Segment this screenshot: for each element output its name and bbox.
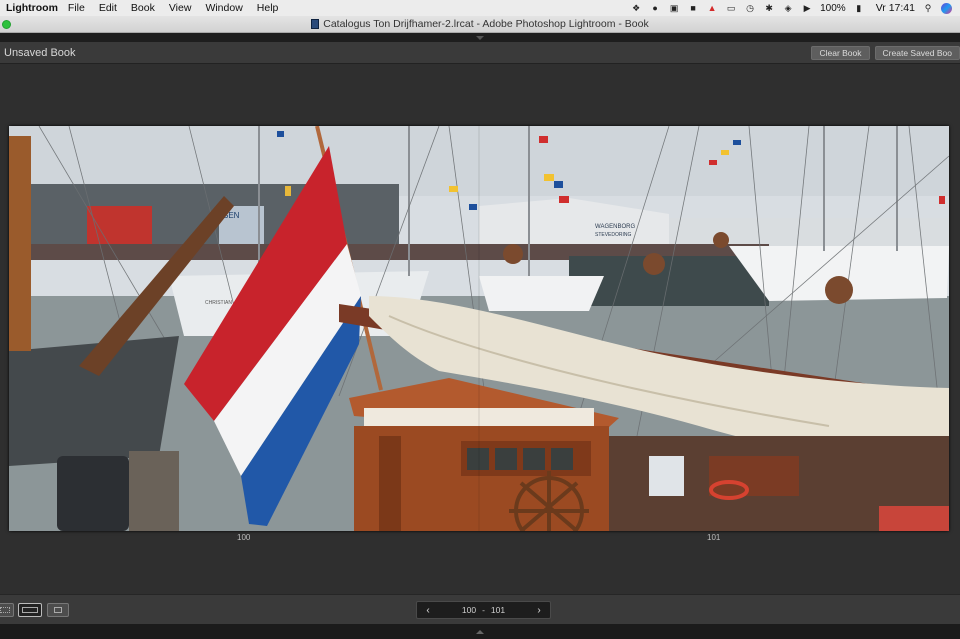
battery-icon[interactable]: ▮ [853,3,865,13]
creative-cloud-icon[interactable]: ● [649,3,661,13]
lock-icon[interactable]: ■ [687,3,699,13]
siri-icon[interactable] [941,2,952,14]
menu-help[interactable]: Help [257,2,279,14]
time-machine-icon[interactable]: ◷ [744,3,756,13]
spotlight-search-icon[interactable]: ⚲ [922,3,934,13]
single-page-icon [54,607,62,613]
book-canvas: SEN WAGENBORG STEVEDORING CHRISTIAN 100 … [0,64,960,594]
grid-icon [0,607,10,613]
clock[interactable]: Vr 17:41 [876,2,915,14]
lightroom-window: Lightroom File Edit Book View Window Hel… [0,0,960,639]
menu-file[interactable]: File [68,2,85,14]
pager-to: 101 [490,605,506,615]
menu-edit[interactable]: Edit [99,2,117,14]
pager-from: 100 [461,605,477,615]
previous-page-button[interactable]: ‹ [417,605,439,616]
clear-book-button[interactable]: Clear Book [811,45,870,60]
wifi-icon[interactable]: ◈ [782,3,794,13]
dropbox-icon[interactable]: ❖ [630,3,642,13]
window-zoom-button[interactable] [2,20,11,29]
expand-arrow-icon [476,629,484,634]
create-saved-book-button[interactable]: Create Saved Boo [874,45,960,60]
next-page-button[interactable]: › [528,605,550,616]
document-icon [311,19,320,29]
spread-view-button[interactable] [18,603,42,617]
book-spread[interactable]: SEN WAGENBORG STEVEDORING CHRISTIAN [9,126,949,531]
collapse-arrow-icon [476,35,484,40]
hull-name-christian: CHRISTIAN [205,300,232,306]
bluetooth-icon[interactable]: ✱ [763,3,775,13]
alert-icon[interactable]: ▲ [706,3,718,13]
window-title-bar: Catalogus Ton Drijfhamer-2.lrcat - Adobe… [0,16,960,33]
shed-sign-stevedoring: STEVEDORING [595,232,632,238]
menu-view[interactable]: View [169,2,192,14]
single-page-view-button[interactable] [47,603,69,617]
bottom-toolbar: ‹ 100 - 101 › [0,594,960,624]
volume-icon[interactable]: ▶ [801,3,813,13]
drive-icon[interactable]: ▣ [668,3,680,13]
window-title: Catalogus Ton Drijfhamer-2.lrcat - Adobe… [323,18,649,30]
book-header: Unsaved Book Clear Book Create Saved Boo [0,42,960,64]
multi-page-view-button[interactable] [0,603,14,617]
status-icons: ❖ ● ▣ ■ ▲ ▭ ◷ ✱ ◈ ▶ 100% ▮ Vr 17:41 ⚲ [630,2,960,14]
right-page-number: 101 [707,533,721,542]
battery-percent[interactable]: 100% [820,3,846,14]
book-title: Unsaved Book [4,46,76,59]
spread-photo: SEN WAGENBORG STEVEDORING CHRISTIAN [9,126,949,531]
left-page-number: 100 [237,533,251,542]
menu-window[interactable]: Window [205,2,242,14]
shed-sign-wagenborg: WAGENBORG [595,224,635,230]
page-navigator: ‹ 100 - 101 › [416,601,551,619]
app-menu[interactable]: Lightroom [6,2,58,14]
bottom-panel-toggle[interactable] [0,624,960,639]
menu-book[interactable]: Book [131,2,155,14]
pager-separator: - [482,605,485,615]
menu-bar: Lightroom File Edit Book View Window Hel… [0,0,960,16]
airplay-icon[interactable]: ▭ [725,3,737,13]
spread-icon [22,607,38,613]
